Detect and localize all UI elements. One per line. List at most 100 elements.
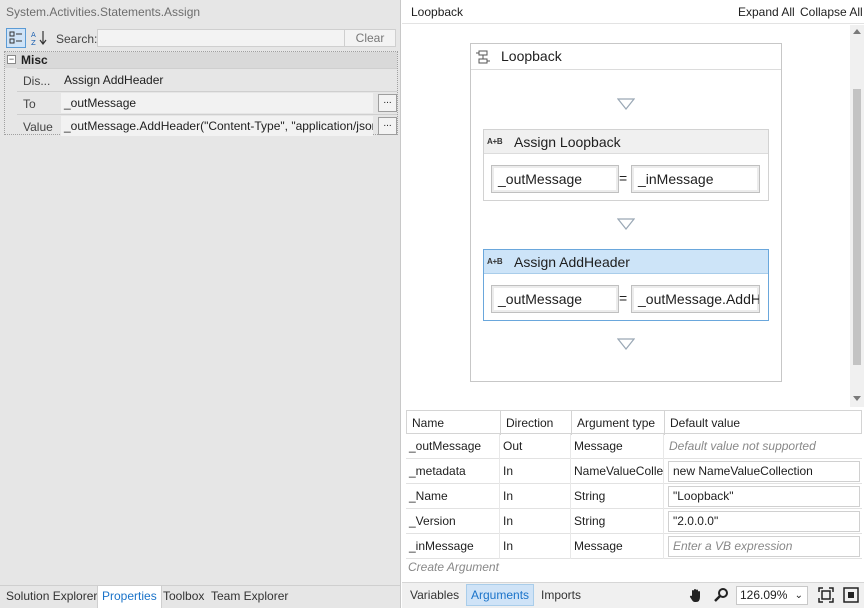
assign-icon: A+B	[487, 257, 503, 266]
vertical-scrollbar[interactable]	[850, 25, 864, 407]
property-value[interactable]: _outMessage	[61, 93, 373, 113]
properties-pane: System.Activities.Statements.Assign A Z	[0, 0, 401, 608]
assign-activity-addheader[interactable]: A+B Assign AddHeader _outMessage = _outM…	[483, 249, 769, 321]
category-label: Misc	[21, 53, 48, 67]
argument-direction[interactable]: Out	[500, 434, 571, 459]
category-row-misc[interactable]: − Misc	[5, 52, 397, 68]
search-label: Search:	[56, 32, 98, 46]
create-argument-link[interactable]: Create Argument	[408, 560, 499, 574]
property-row-value[interactable]: Value _outMessage.AddHeader("Content-Typ…	[17, 114, 397, 137]
sequence-activity[interactable]: Loopback A+B Assign Loopback _outMessage…	[470, 43, 782, 382]
table-row[interactable]: _metadata In NameValueCollection new Nam…	[406, 459, 862, 484]
zoom-magnifier-icon[interactable]	[713, 587, 729, 603]
categorized-icon	[9, 31, 22, 44]
argument-direction[interactable]: In	[500, 534, 571, 559]
argument-direction[interactable]: In	[500, 484, 571, 509]
sort-az-icon: A Z	[31, 31, 47, 46]
drop-target-arrow-icon[interactable]	[617, 98, 635, 110]
column-header-name[interactable]: Name	[407, 411, 501, 435]
table-row[interactable]: _inMessage In Message Enter a VB express…	[406, 534, 862, 559]
breadcrumb[interactable]: Loopback	[411, 5, 463, 19]
tab-team-explorer[interactable]: Team Explorer	[211, 589, 288, 603]
property-grid: − Misc Dis... Assign AddHeader To _outMe…	[4, 51, 398, 137]
expression-editor-button[interactable]: ...	[378, 94, 397, 112]
tab-variables[interactable]: Variables	[410, 588, 459, 602]
argument-default-value[interactable]: "2.0.0.0"	[668, 511, 860, 532]
zoom-level-select[interactable]: 126.09% ⌄	[736, 586, 808, 605]
designer-bottom-bar: Variables Arguments Imports 126.09% ⌄	[402, 582, 864, 608]
tab-toolbox[interactable]: Toolbox	[163, 589, 204, 603]
scroll-thumb[interactable]	[853, 89, 861, 365]
fit-to-screen-icon[interactable]	[818, 587, 834, 603]
argument-type[interactable]: String	[571, 484, 664, 509]
equals-sign: =	[619, 170, 628, 186]
arguments-header-row: Name Direction Argument type Default val…	[406, 410, 862, 435]
properties-toolbar: A Z Search: Clear	[4, 26, 398, 50]
arguments-table: Name Direction Argument type Default val…	[406, 410, 862, 575]
svg-text:Z: Z	[31, 39, 36, 46]
argument-name[interactable]: _Version	[406, 509, 500, 534]
alphabetical-view-button[interactable]: A Z	[29, 28, 49, 48]
sequence-title: Loopback	[501, 48, 562, 64]
argument-default-value[interactable]: new NameValueCollection	[668, 461, 860, 482]
argument-type[interactable]: Message	[571, 434, 664, 459]
argument-type[interactable]: NameValueCollection	[571, 459, 664, 484]
tab-properties[interactable]: Properties	[97, 586, 162, 608]
table-row[interactable]: _Name In String "Loopback"	[406, 484, 862, 509]
argument-type[interactable]: Message	[571, 534, 664, 559]
left-tool-tabs: Solution Explorer Properties Toolbox Tea…	[0, 585, 400, 608]
scroll-down-icon[interactable]	[853, 396, 861, 401]
property-name: To	[23, 97, 36, 111]
argument-name[interactable]: _metadata	[406, 459, 500, 484]
property-value[interactable]: Assign AddHeader	[61, 70, 373, 90]
categorized-view-button[interactable]	[6, 28, 26, 48]
column-header-type[interactable]: Argument type	[572, 411, 665, 435]
pan-hand-icon[interactable]	[688, 587, 704, 603]
property-row-displayname[interactable]: Dis... Assign AddHeader	[17, 68, 397, 91]
assign-icon: A+B	[487, 137, 503, 146]
argument-name[interactable]: _inMessage	[406, 534, 500, 559]
assign-header[interactable]: A+B Assign Loopback	[484, 130, 768, 154]
scroll-up-icon[interactable]	[853, 29, 861, 34]
argument-direction[interactable]: In	[500, 459, 571, 484]
expand-all-link[interactable]: Expand All	[738, 5, 795, 19]
argument-name[interactable]: _outMessage	[406, 434, 500, 459]
argument-default-value[interactable]: "Loopback"	[668, 486, 860, 507]
drop-target-arrow-icon[interactable]	[617, 218, 635, 230]
collapse-all-link[interactable]: Collapse All	[800, 5, 863, 19]
designer-canvas[interactable]: Loopback A+B Assign Loopback _outMessage…	[402, 25, 850, 407]
search-input[interactable]	[97, 29, 347, 47]
collapse-icon[interactable]: −	[7, 55, 16, 64]
assign-activity-loopback[interactable]: A+B Assign Loopback _outMessage = _inMes…	[483, 129, 769, 201]
drop-target-arrow-icon[interactable]	[617, 338, 635, 350]
equals-sign: =	[619, 290, 628, 306]
overview-map-icon[interactable]	[843, 587, 859, 603]
table-row[interactable]: _outMessage Out Message Default value no…	[406, 434, 862, 459]
assign-value-field[interactable]: _outMessage.AddHeader	[631, 285, 760, 313]
property-row-to[interactable]: To _outMessage ...	[17, 91, 397, 114]
argument-default-value: Default value not supported	[669, 439, 816, 453]
column-header-direction[interactable]: Direction	[501, 411, 572, 435]
argument-default-value[interactable]: Enter a VB expression	[668, 536, 860, 557]
assign-header[interactable]: A+B Assign AddHeader	[484, 250, 768, 274]
property-value[interactable]: _outMessage.AddHeader("Content-Type", "a…	[61, 116, 373, 136]
zoom-level-value: 126.09%	[740, 588, 788, 602]
assign-title: Assign Loopback	[514, 134, 621, 150]
expression-editor-button[interactable]: ...	[378, 117, 397, 135]
argument-type[interactable]: String	[571, 509, 664, 534]
tab-solution-explorer[interactable]: Solution Explorer	[6, 589, 97, 603]
argument-direction[interactable]: In	[500, 509, 571, 534]
tab-arguments[interactable]: Arguments	[466, 584, 535, 606]
column-header-default[interactable]: Default value	[665, 411, 862, 435]
table-row[interactable]: _Version In String "2.0.0.0"	[406, 509, 862, 534]
designer-pane: Loopback Expand All Collapse All Loopbac…	[402, 0, 864, 608]
assign-to-field[interactable]: _outMessage	[491, 165, 619, 193]
chevron-down-icon: ⌄	[794, 590, 803, 601]
tab-imports[interactable]: Imports	[541, 588, 581, 602]
designer-header: Loopback Expand All Collapse All	[402, 0, 864, 24]
argument-name[interactable]: _Name	[406, 484, 500, 509]
assign-to-field[interactable]: _outMessage	[491, 285, 619, 313]
assign-value-field[interactable]: _inMessage	[631, 165, 760, 193]
clear-search-button[interactable]: Clear	[344, 29, 396, 47]
sequence-header[interactable]: Loopback	[471, 44, 781, 70]
